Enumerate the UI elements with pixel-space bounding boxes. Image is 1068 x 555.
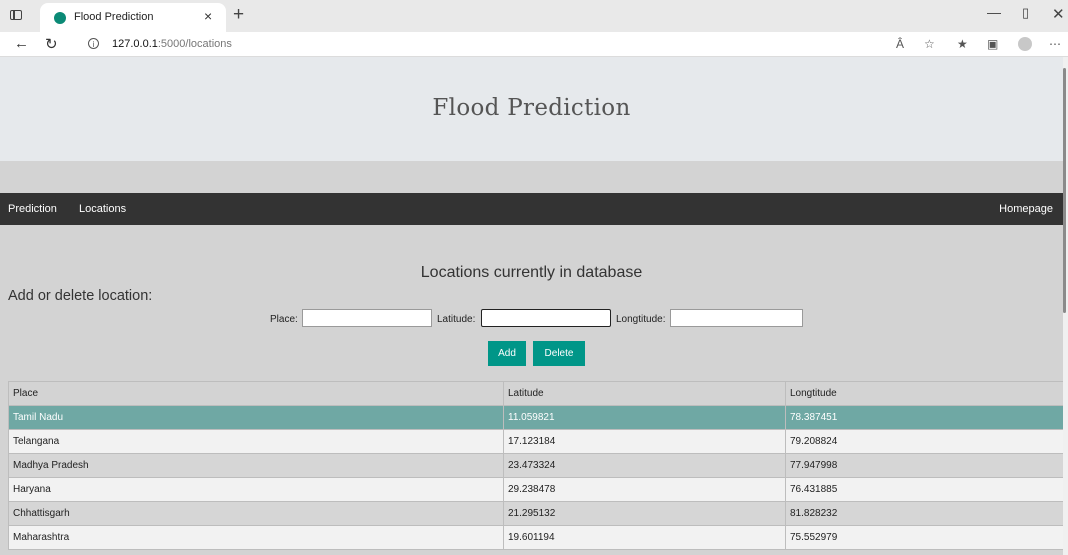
latitude-cell: 23.473324 — [503, 453, 786, 478]
locations-table: Place Latitude Longtitude Tamil Nadu 11.… — [8, 381, 1063, 550]
place-cell: Madhya Pradesh — [8, 453, 504, 478]
locations-heading: Locations currently in database — [420, 264, 643, 281]
place-label: Place: — [270, 314, 298, 325]
column-header-latitude: Latitude — [503, 381, 786, 406]
page-content: Flood Prediction Prediction Locations Ho… — [0, 57, 1063, 555]
place-cell: Maharashtra — [8, 525, 504, 550]
address-bar: ← ↻ i 127.0.0.1:5000/locations Â ☆ ★ ▣ … — [0, 32, 1068, 57]
table-row[interactable]: Maharashtra 19.601194 75.552979 — [8, 525, 1063, 550]
url-path: :5000/locations — [157, 38, 232, 50]
navbar: Prediction Locations Homepage — [0, 193, 1063, 225]
new-tab-icon[interactable]: + — [233, 4, 244, 26]
tab-title: Flood Prediction — [74, 11, 154, 23]
latitude-cell: 17.123184 — [503, 429, 786, 454]
add-button[interactable]: Add — [488, 341, 526, 366]
latitude-cell: 19.601194 — [503, 525, 786, 550]
browser-tab[interactable]: Flood Prediction × — [40, 3, 226, 32]
url-host: 127.0.0.1 — [112, 38, 158, 50]
latitude-input[interactable] — [481, 309, 611, 327]
restore-icon[interactable]: ▯ — [1022, 5, 1029, 21]
window-close-icon[interactable]: ✕ — [1052, 5, 1065, 23]
favorite-icon[interactable]: ☆ — [924, 37, 935, 51]
table-row[interactable]: Chhattisgarh 21.295132 81.828232 — [8, 501, 1063, 526]
longitude-input[interactable] — [670, 309, 803, 327]
favorites-list-icon[interactable]: ★ — [957, 37, 968, 51]
scrollbar-thumb[interactable] — [1063, 68, 1066, 313]
longitude-cell: 81.828232 — [785, 501, 1063, 526]
page-title: Flood Prediction — [432, 95, 631, 121]
place-cell: Telangana — [8, 429, 504, 454]
longitude-cell: 78.387451 — [785, 405, 1063, 430]
place-cell: Haryana — [8, 477, 504, 502]
table-header-row: Place Latitude Longtitude — [8, 381, 1063, 406]
tab-actions-icon[interactable] — [10, 10, 22, 20]
nav-locations-link[interactable]: Locations — [79, 203, 126, 215]
latitude-cell: 29.238478 — [503, 477, 786, 502]
place-cell: Chhattisgarh — [8, 501, 504, 526]
latitude-cell: 21.295132 — [503, 501, 786, 526]
longitude-cell: 79.208824 — [785, 429, 1063, 454]
column-header-longitude: Longtitude — [785, 381, 1063, 406]
more-icon[interactable]: ⋯ — [1049, 37, 1061, 51]
back-icon[interactable]: ← — [14, 35, 29, 52]
longitude-cell: 75.552979 — [785, 525, 1063, 550]
info-icon[interactable]: i — [88, 38, 99, 49]
nav-prediction-link[interactable]: Prediction — [8, 203, 57, 215]
collections-icon[interactable]: ▣ — [987, 37, 998, 51]
minimize-icon[interactable]: — — [987, 4, 1001, 20]
tab-close-icon[interactable]: × — [204, 8, 212, 24]
place-input[interactable] — [302, 309, 432, 327]
latitude-cell: 11.059821 — [503, 405, 786, 430]
profile-icon[interactable] — [1018, 37, 1032, 51]
longitude-cell: 76.431885 — [785, 477, 1063, 502]
browser-tabbar: Flood Prediction × + — ▯ ✕ — [0, 0, 1068, 32]
table-row[interactable]: Haryana 29.238478 76.431885 — [8, 477, 1063, 502]
table-row[interactable]: Telangana 17.123184 79.208824 — [8, 429, 1063, 454]
longitude-label: Longtitude: — [616, 314, 666, 325]
column-header-place: Place — [8, 381, 504, 406]
reload-icon[interactable]: ↻ — [45, 35, 58, 53]
read-aloud-icon[interactable]: Â — [896, 37, 904, 51]
site-header: Flood Prediction — [0, 57, 1063, 161]
table-row[interactable]: Madhya Pradesh 23.473324 77.947998 — [8, 453, 1063, 478]
longitude-cell: 77.947998 — [785, 453, 1063, 478]
nav-homepage-link[interactable]: Homepage — [999, 203, 1053, 215]
table-row[interactable]: Tamil Nadu 11.059821 78.387451 — [8, 405, 1063, 430]
url-field[interactable]: 127.0.0.1:5000/locations — [112, 38, 232, 50]
delete-button[interactable]: Delete — [533, 341, 585, 366]
form-heading: Add or delete location: — [8, 288, 153, 304]
latitude-label: Latitude: — [437, 314, 476, 325]
favicon-icon — [54, 12, 66, 24]
place-cell: Tamil Nadu — [8, 405, 504, 430]
